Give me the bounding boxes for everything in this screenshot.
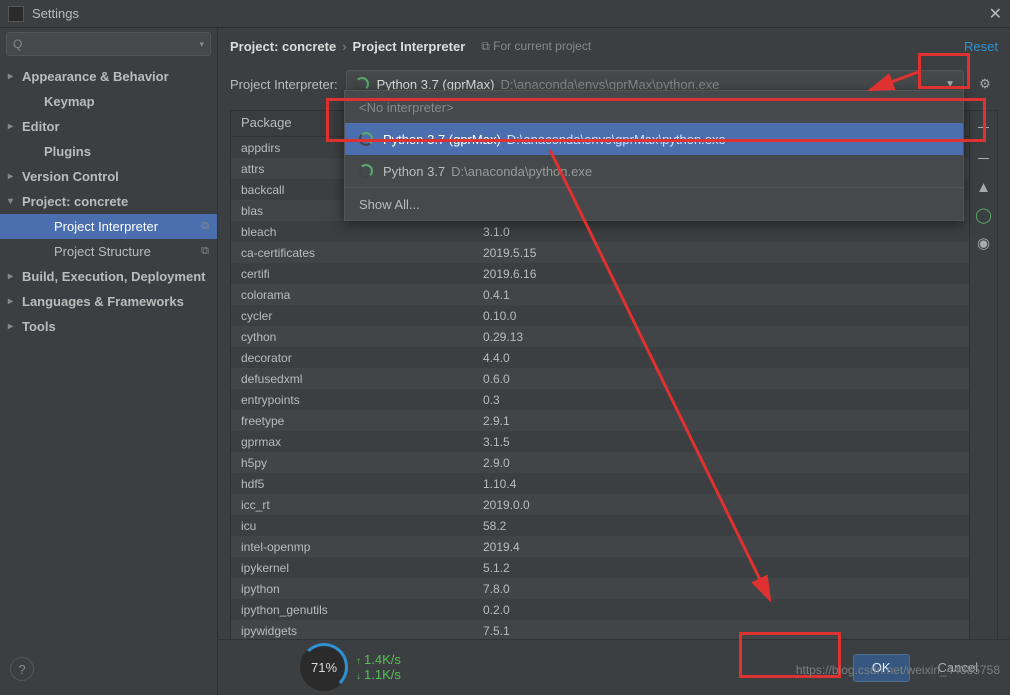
sidebar-item-editor[interactable]: ▸Editor: [0, 114, 217, 139]
copy-icon: ⧉: [201, 245, 209, 258]
table-row[interactable]: entrypoints0.3: [231, 389, 997, 410]
table-row[interactable]: icu58.2: [231, 515, 997, 536]
dropdown-item[interactable]: Python 3.7D:\anaconda\python.exe: [345, 155, 963, 187]
add-icon[interactable]: ＋: [976, 117, 991, 138]
table-row[interactable]: bleach3.1.0: [231, 221, 997, 242]
for-current-project-label: For current project: [481, 39, 591, 54]
reset-link[interactable]: Reset: [964, 39, 998, 54]
sidebar-item-languages-frameworks[interactable]: ▸Languages & Frameworks: [0, 289, 217, 314]
table-row[interactable]: h5py2.9.0: [231, 452, 997, 473]
dropdown-no-interpreter[interactable]: <No interpreter>: [345, 91, 963, 123]
table-row[interactable]: ipython7.8.0: [231, 578, 997, 599]
table-row[interactable]: freetype2.9.1: [231, 410, 997, 431]
table-row[interactable]: gprmax3.1.5: [231, 431, 997, 452]
interpreter-label: Project Interpreter:: [230, 77, 338, 92]
sidebar-item-plugins[interactable]: Plugins: [0, 139, 217, 164]
performance-widget: 71% ↑1.4K/s ↓1.1K/s: [300, 643, 401, 691]
dropdown-item[interactable]: Python 3.7 (gprMax)D:\anaconda\envs\gprM…: [345, 123, 963, 155]
table-row[interactable]: ipywidgets7.5.1: [231, 620, 997, 641]
sidebar-item-build-execution-deployment[interactable]: ▸Build, Execution, Deployment: [0, 264, 217, 289]
sidebar-item-tools[interactable]: ▸Tools: [0, 314, 217, 339]
sidebar-item-project-concrete[interactable]: ▾Project: concrete: [0, 189, 217, 214]
spinner-icon: [355, 77, 369, 91]
table-row[interactable]: colorama0.4.1: [231, 284, 997, 305]
window-title: Settings: [32, 6, 989, 21]
loading-icon: ◯: [975, 206, 992, 224]
table-row[interactable]: hdf51.10.4: [231, 473, 997, 494]
sidebar-item-version-control[interactable]: ▸Version Control: [0, 164, 217, 189]
table-row[interactable]: certifi2019.6.16: [231, 263, 997, 284]
table-row[interactable]: ipykernel5.1.2: [231, 557, 997, 578]
search-input[interactable]: Q ▾: [6, 32, 211, 56]
table-row[interactable]: cython0.29.13: [231, 326, 997, 347]
copy-icon: ⧉: [201, 220, 209, 233]
sidebar-item-keymap[interactable]: Keymap: [0, 89, 217, 114]
remove-icon[interactable]: －: [976, 148, 991, 169]
table-row[interactable]: ipython_genutils0.2.0: [231, 599, 997, 620]
gear-icon[interactable]: ⚙: [972, 71, 998, 97]
app-icon: [8, 6, 24, 22]
table-row[interactable]: cycler0.10.0: [231, 305, 997, 326]
search-icon: Q: [13, 37, 22, 51]
sidebar-item-project-structure[interactable]: Project Structure⧉: [0, 239, 217, 264]
sidebar-item-project-interpreter[interactable]: Project Interpreter⧉: [0, 214, 217, 239]
table-row[interactable]: icc_rt2019.0.0: [231, 494, 997, 515]
up-icon[interactable]: ▲: [976, 179, 991, 196]
table-row[interactable]: defusedxml0.6.0: [231, 368, 997, 389]
breadcrumb: Project: concrete›Project Interpreter: [230, 39, 465, 54]
help-icon[interactable]: ?: [10, 657, 34, 681]
interpreter-dropdown-list[interactable]: <No interpreter> Python 3.7 (gprMax)D:\a…: [344, 90, 964, 221]
chevron-down-icon: ▾: [199, 39, 204, 50]
chevron-down-icon[interactable]: ▼: [945, 79, 955, 90]
watermark: https://blog.csdn.net/weixin_44385758: [796, 663, 1000, 677]
eye-icon[interactable]: ◉: [977, 234, 990, 252]
table-row[interactable]: ca-certificates2019.5.15: [231, 242, 997, 263]
sidebar-item-appearance-behavior[interactable]: ▸Appearance & Behavior: [0, 64, 217, 89]
close-icon[interactable]: ✕: [989, 4, 1002, 24]
table-row[interactable]: intel-openmp2019.4: [231, 536, 997, 557]
table-row[interactable]: decorator4.4.0: [231, 347, 997, 368]
dropdown-show-all[interactable]: Show All...: [345, 188, 963, 220]
